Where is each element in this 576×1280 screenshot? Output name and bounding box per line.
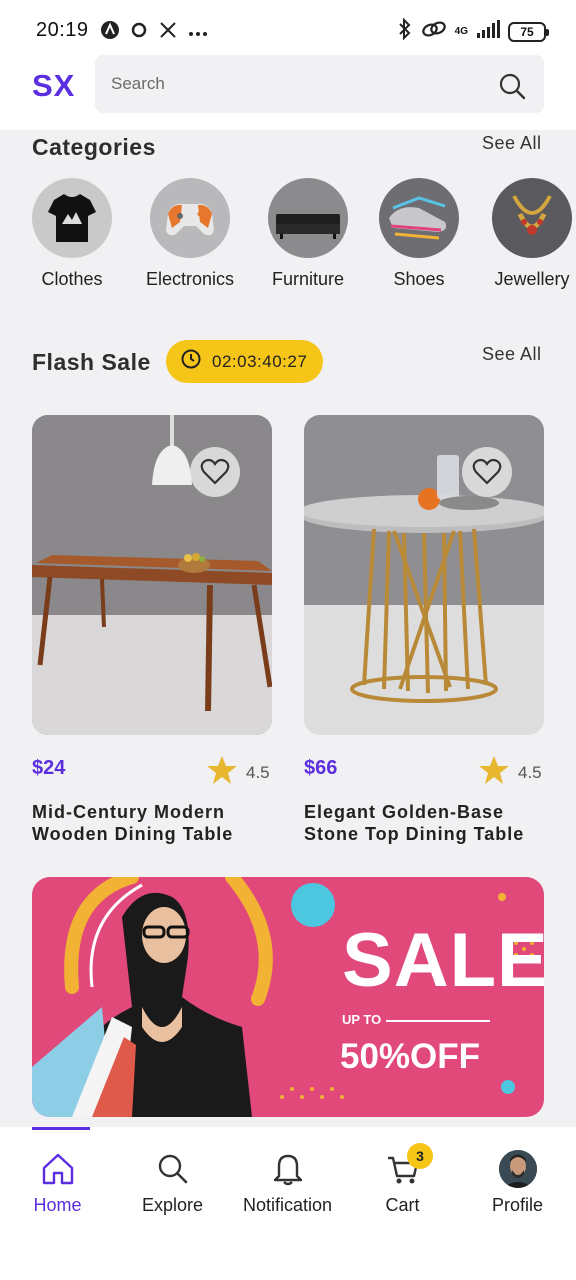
nav-cart[interactable]: 3 Cart [345, 1143, 460, 1216]
home-icon [0, 1149, 115, 1189]
more-dots-icon [188, 24, 208, 42]
banner-divider [386, 1020, 490, 1022]
nav-label: Notification [242, 1195, 333, 1215]
product-price: $24 [32, 757, 66, 779]
furniture-thumbnail [268, 178, 348, 258]
product-name[interactable]: Elegant Golden-Base Stone Top Dining Tab… [304, 801, 554, 845]
nav-label: Explore [141, 1195, 204, 1215]
nav-label: Profile [491, 1195, 544, 1215]
search-bar[interactable] [95, 55, 544, 113]
flash-sale-see-all-link[interactable]: See All [482, 344, 542, 365]
banner-upto: UP TO [342, 1012, 382, 1027]
product-image-golden-table[interactable] [304, 415, 544, 735]
timer-countdown: 02:03:40:27 [212, 351, 308, 371]
category-label: Electronics [145, 269, 235, 289]
app-logo[interactable]: SX [32, 68, 75, 104]
product-image-wooden-table[interactable] [32, 415, 272, 735]
network-type: 4G [454, 26, 468, 37]
nav-home[interactable]: Home [0, 1149, 115, 1216]
status-time: 20:19 [36, 19, 89, 41]
search-input[interactable] [95, 55, 544, 113]
circle-icon [130, 21, 148, 44]
star-icon [478, 755, 510, 790]
avatar [498, 1150, 537, 1188]
stopwatch-icon [180, 348, 202, 375]
product-rating: 4.5 [478, 755, 542, 790]
battery-icon: 75 [508, 21, 549, 42]
favorite-heart-icon[interactable] [462, 447, 512, 497]
sale-banner[interactable]: SALE UP TO 50%OFF [32, 877, 544, 1117]
rating-value: 4.5 [246, 762, 270, 782]
search-icon[interactable] [498, 72, 526, 105]
shoes-thumbnail [379, 178, 459, 258]
active-tab-indicator [32, 1127, 90, 1130]
jewellery-thumbnail [492, 178, 572, 258]
nav-profile[interactable]: Profile [460, 1149, 575, 1216]
flash-sale-timer: 02:03:40:27 [166, 340, 323, 383]
status-right-icons: 4G 75 [397, 17, 549, 45]
star-icon [206, 755, 238, 790]
nav-label: Home [33, 1195, 82, 1215]
bottom-navigation: Home Explore Notification 3 Cart Profile [0, 1127, 576, 1280]
category-label: Clothes [41, 269, 103, 289]
category-furniture[interactable]: Furniture [253, 178, 363, 290]
flash-sale-title: Flash Sale [32, 349, 151, 375]
signal-icon [476, 20, 500, 43]
category-label: Jewellery [494, 269, 570, 289]
categories-title: Categories [32, 134, 156, 160]
product-name[interactable]: Mid-Century Modern Wooden Dining Table [32, 801, 282, 845]
app-header: SX [0, 42, 576, 130]
cart-badge: 3 [407, 1143, 433, 1169]
nav-explore[interactable]: Explore [115, 1149, 230, 1216]
link-icon [421, 19, 447, 44]
product-rating: 4.5 [206, 755, 270, 790]
nav-label: Cart [385, 1195, 420, 1215]
bell-icon [230, 1149, 345, 1189]
category-clothes[interactable]: Clothes [17, 178, 127, 290]
bluetooth-icon [397, 17, 413, 45]
cart-icon: 3 [345, 1143, 460, 1189]
profile-icon-wrapper [460, 1149, 575, 1189]
category-label: Furniture [271, 269, 345, 289]
clothes-thumbnail [32, 178, 112, 258]
categories-see-all-link[interactable]: See All [482, 133, 542, 154]
favorite-heart-icon[interactable] [190, 447, 240, 497]
category-electronics[interactable]: Electronics [135, 178, 245, 290]
search-icon [115, 1149, 230, 1189]
banner-discount: 50%OFF [340, 1037, 481, 1076]
nav-notification[interactable]: Notification [230, 1149, 345, 1216]
category-label: Shoes [393, 269, 445, 289]
category-jewellery[interactable]: Jewellery [477, 178, 576, 290]
category-shoes[interactable]: Shoes [364, 178, 474, 290]
electronics-thumbnail [150, 178, 230, 258]
product-price: $66 [304, 757, 338, 779]
banner-headline: SALE [342, 918, 544, 1003]
rating-value: 4.5 [518, 762, 542, 782]
